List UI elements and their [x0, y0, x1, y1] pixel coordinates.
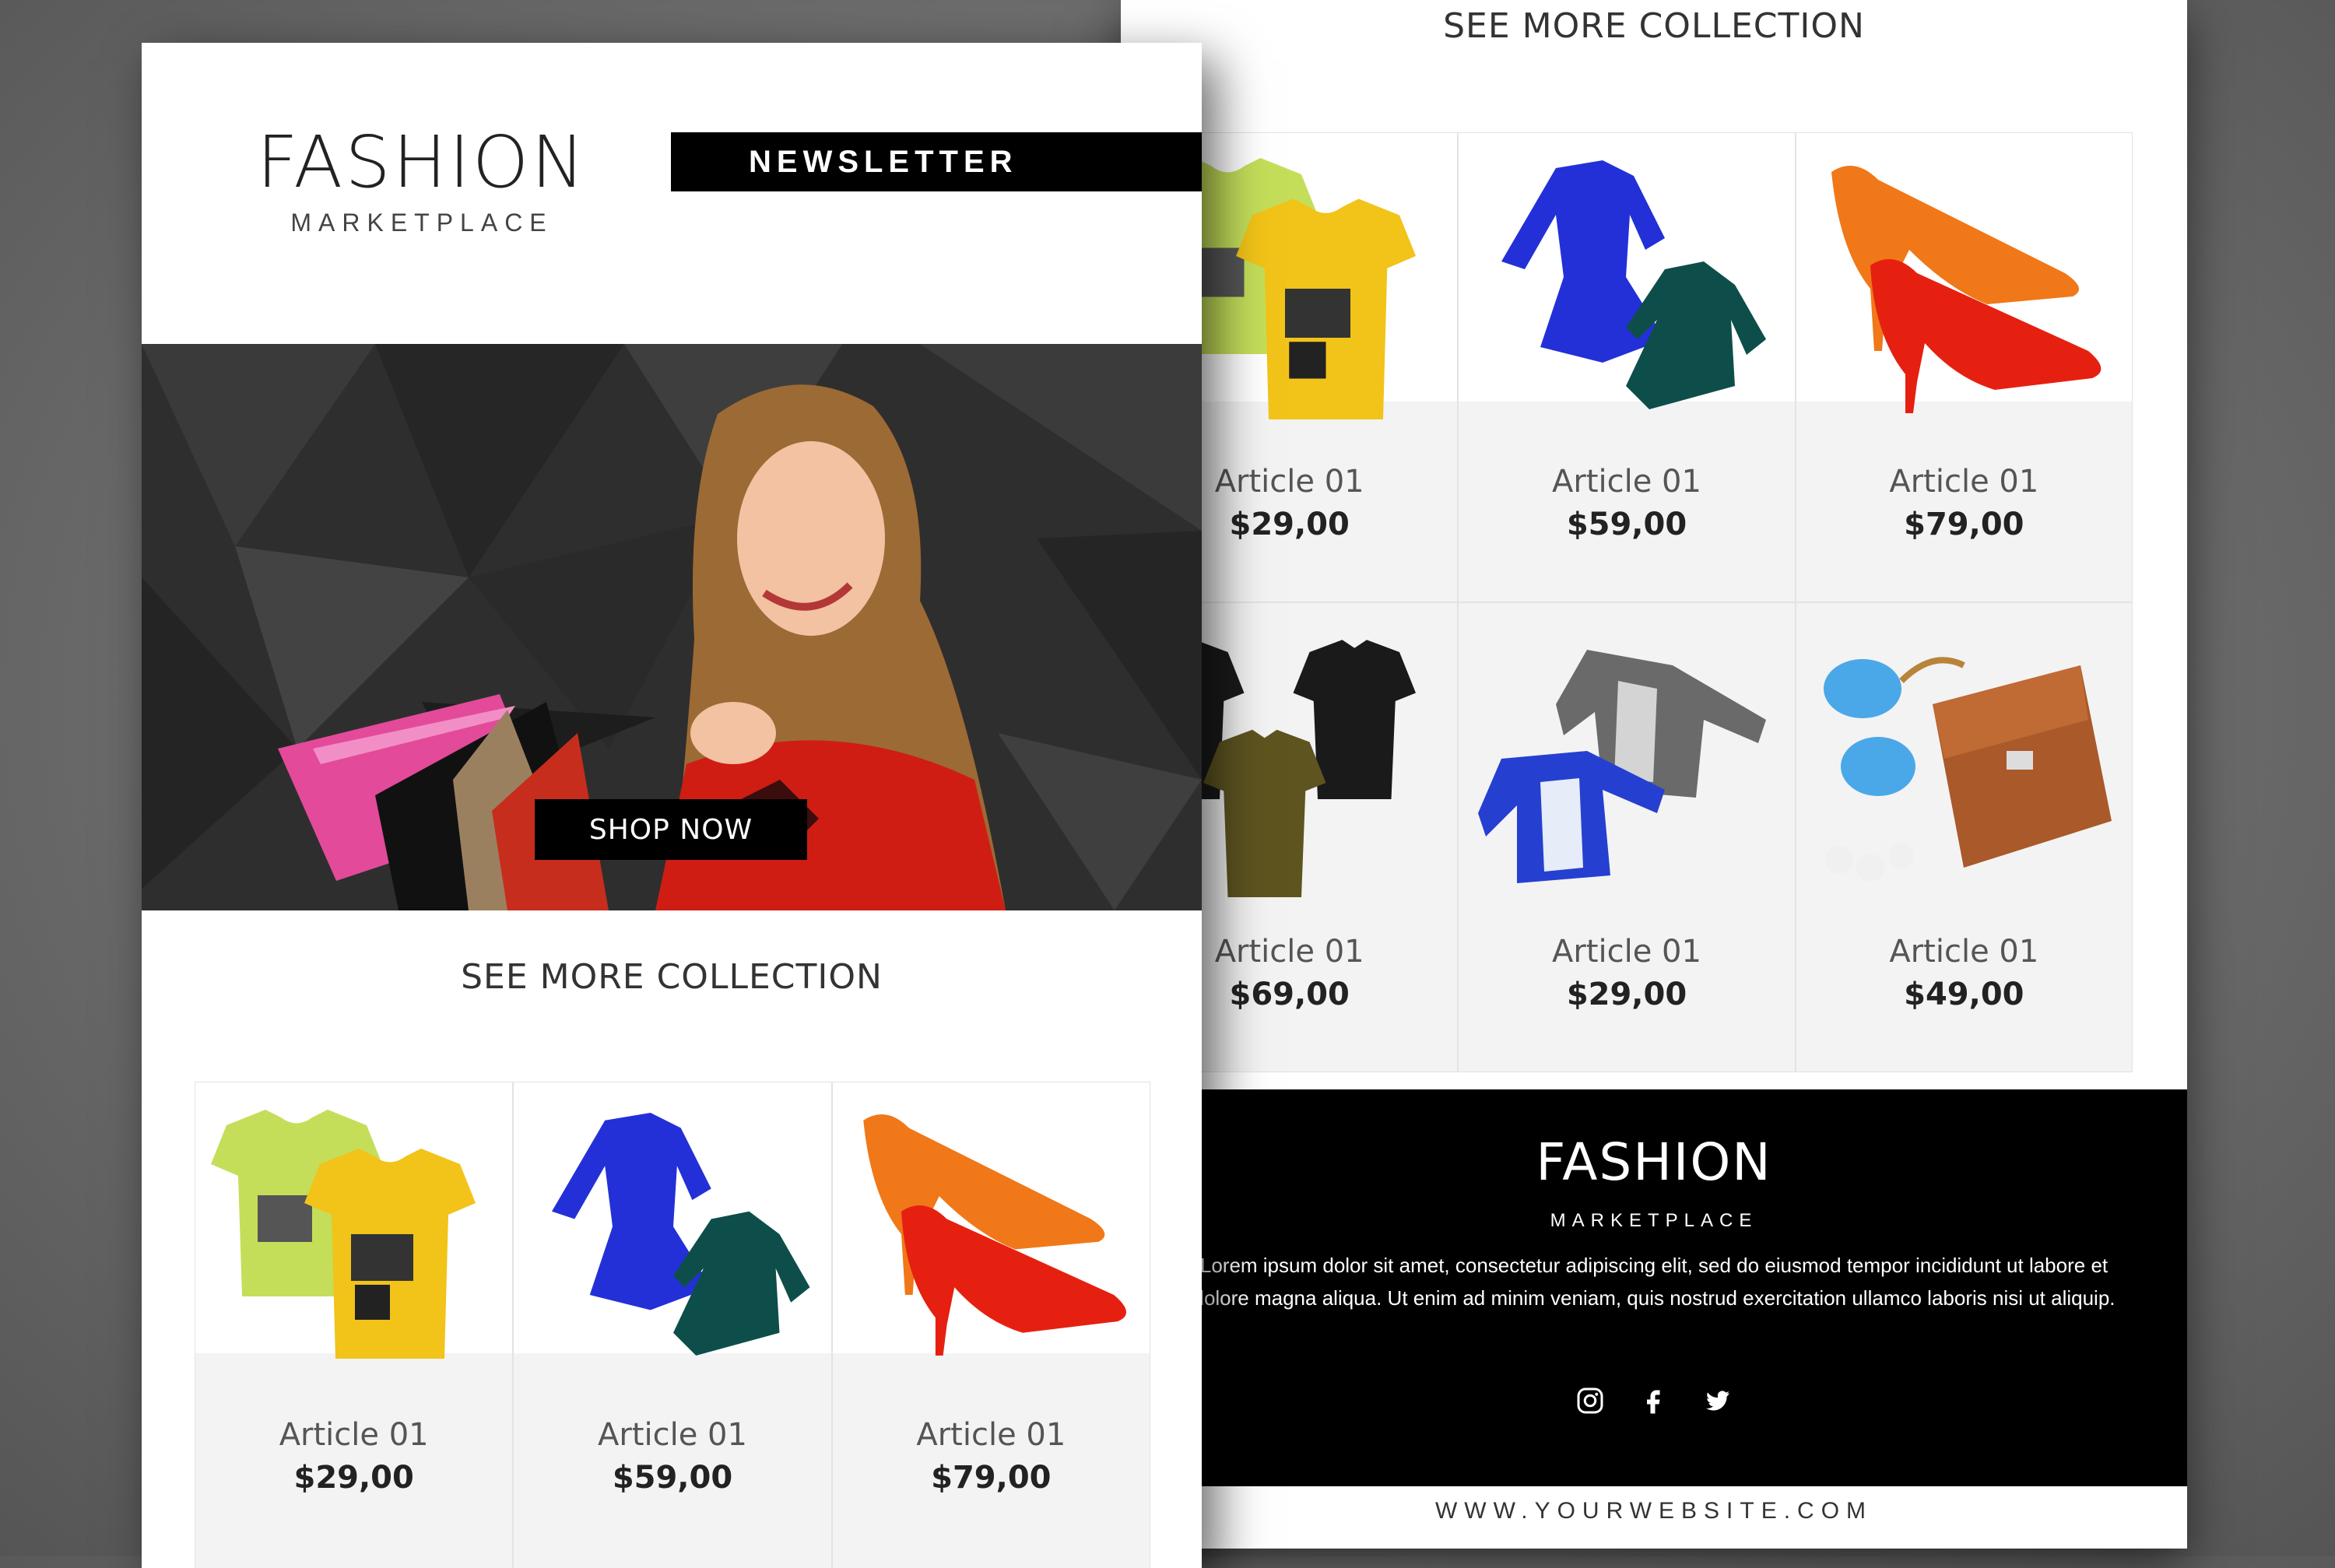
newsletter-banner: NEWSLETTER	[671, 132, 1202, 191]
dresses-image	[1470, 145, 1782, 425]
footer-text: Lorem ipsum dolor sit amet, consectetur …	[1192, 1254, 2116, 1310]
hero-banner: SHOP NOW	[142, 344, 1202, 910]
newsletter-back-page: SEE MORE COLLECTION Article 01 $29,00 Ar…	[1121, 0, 2187, 1549]
newsletter-footer: FASHION MARKETPLACE Lorem ipsum dolor si…	[1121, 1089, 2187, 1486]
social-links	[1121, 1385, 2187, 1416]
brand-logo: FASHION MARKETPLACE	[243, 121, 601, 237]
product-price: $79,00	[1904, 507, 2024, 542]
sunglasses-bag-image	[1808, 619, 2119, 914]
product-name: Article 01	[916, 1417, 1066, 1453]
instagram-icon[interactable]	[1575, 1385, 1606, 1416]
product-card[interactable]: Article 01 $59,00	[1458, 132, 1796, 602]
twitter-icon[interactable]	[1702, 1385, 1733, 1416]
website-link[interactable]: WWW.YOURWEBSITE.COM	[1121, 1498, 2187, 1524]
product-card[interactable]: Article 01 $29,00	[1458, 602, 1796, 1072]
product-grid: Article 01 $29,00 Article 01 $59,00 Arti…	[195, 1082, 1150, 1568]
brand-name: FASHION	[256, 121, 588, 204]
tshirts-image	[195, 1086, 507, 1382]
product-price: $79,00	[931, 1460, 1052, 1496]
product-card[interactable]: Article 01 $79,00	[831, 1082, 1150, 1568]
product-price: $29,00	[293, 1460, 414, 1496]
product-name: Article 01	[1889, 464, 2039, 500]
product-name: Article 01	[1552, 934, 1701, 970]
facebook-icon[interactable]	[1638, 1385, 1670, 1416]
brand-sub: MARKETPLACE	[290, 209, 553, 237]
product-name: Article 01	[1552, 464, 1701, 500]
dresses-image	[521, 1090, 825, 1378]
product-name: Article 01	[1889, 934, 2039, 970]
product-card[interactable]: Article 01 $29,00	[195, 1082, 514, 1568]
product-price: $59,00	[612, 1460, 733, 1496]
product-name: Article 01	[598, 1417, 747, 1453]
product-card[interactable]: Article 01 $49,00	[1795, 602, 2133, 1072]
product-card[interactable]: Article 01 $59,00	[513, 1082, 832, 1568]
jackets-image	[1470, 619, 1782, 914]
product-price: $49,00	[1904, 977, 2024, 1012]
product-price: $59,00	[1566, 507, 1687, 542]
section-title: SEE MORE COLLECTION	[1443, 6, 1865, 46]
product-price: $29,00	[1566, 977, 1687, 1012]
product-grid: Article 01 $29,00 Article 01 $59,00 Arti…	[1121, 132, 2133, 1072]
shop-now-button[interactable]: SHOP NOW	[535, 799, 807, 860]
product-name: Article 01	[279, 1417, 429, 1453]
product-card[interactable]: Article 01 $79,00	[1795, 132, 2133, 602]
footer-brand: FASHION	[1536, 1132, 1772, 1192]
heels-image	[841, 1086, 1144, 1382]
newsletter-front-page: FASHION MARKETPLACE NEWSLETTER SHOP NOW …	[142, 43, 1202, 1568]
heels-image	[1808, 141, 2119, 437]
footer-brand-sub: MARKETPLACE	[1550, 1210, 1758, 1231]
section-title: SEE MORE COLLECTION	[461, 957, 883, 997]
